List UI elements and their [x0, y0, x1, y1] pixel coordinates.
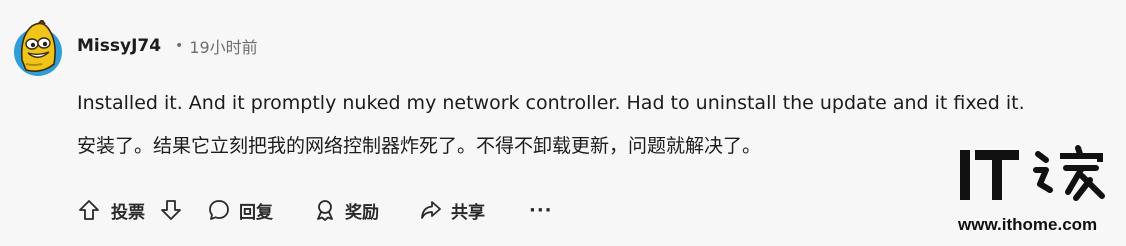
share-arrow-icon: [421, 201, 441, 219]
vote-label: 投票: [111, 202, 145, 223]
more-options-button[interactable]: ···: [529, 200, 553, 221]
avatar[interactable]: [12, 18, 64, 78]
ithome-url: www.ithome.com: [958, 215, 1098, 234]
comment-text-chinese: 安装了。结果它立刻把我的网络控制器炸死了。不得不卸载更新，问题就解决了。: [77, 135, 762, 157]
upvote-button[interactable]: [77, 198, 101, 222]
speech-bubble-icon: [209, 200, 229, 220]
separator-dot: •: [175, 38, 184, 54]
share-button[interactable]: 共享: [419, 198, 485, 223]
timestamp[interactable]: 19小时前: [189, 34, 257, 58]
username-link[interactable]: MissyJ74: [77, 36, 161, 56]
downvote-button[interactable]: [159, 198, 183, 222]
comment-header: MissyJ74 • 19小时前: [77, 35, 258, 57]
arrow-down-icon: [161, 200, 181, 220]
award-button[interactable]: 奖励: [313, 198, 379, 223]
award-icon: [317, 200, 333, 221]
comment-text-english: Installed it. And it promptly nuked my n…: [77, 92, 1025, 114]
share-label: 共享: [451, 202, 485, 223]
reply-button[interactable]: 回复: [207, 198, 273, 223]
award-label: 奖励: [345, 202, 379, 223]
comment-action-bar: 投票 回复 奖励 共享 ···: [77, 195, 553, 225]
reply-label: 回复: [239, 202, 273, 223]
arrow-up-icon: [79, 200, 99, 220]
